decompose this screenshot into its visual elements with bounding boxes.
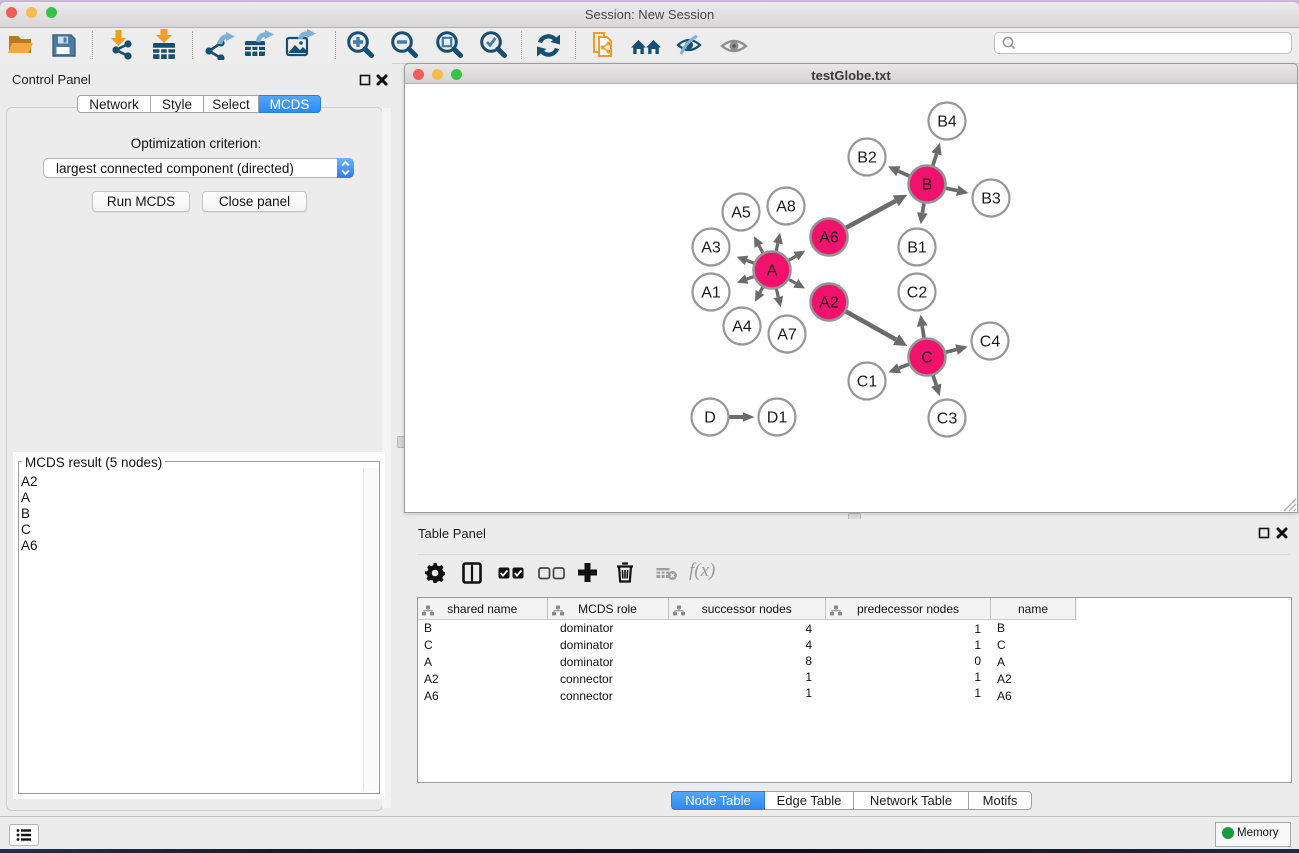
svg-text:C3: C3: [937, 411, 958, 428]
svg-text:D1: D1: [767, 410, 788, 427]
svg-text:C4: C4: [980, 334, 1001, 351]
svg-text:A8: A8: [776, 199, 796, 216]
svg-text:C: C: [921, 350, 933, 367]
svg-text:A5: A5: [731, 205, 751, 222]
svg-text:A1: A1: [701, 285, 721, 302]
svg-text:A4: A4: [732, 319, 752, 336]
svg-text:B2: B2: [857, 150, 877, 167]
svg-text:B: B: [922, 177, 933, 194]
svg-text:A6: A6: [819, 230, 839, 247]
svg-text:B3: B3: [981, 191, 1001, 208]
svg-text:B1: B1: [907, 240, 927, 257]
svg-text:A2: A2: [819, 295, 839, 312]
svg-text:A3: A3: [701, 240, 721, 257]
svg-text:D: D: [704, 410, 716, 427]
svg-text:A7: A7: [777, 327, 797, 344]
svg-text:C2: C2: [907, 285, 928, 302]
svg-text:B4: B4: [937, 114, 957, 131]
svg-text:A: A: [767, 263, 778, 280]
svg-text:C1: C1: [857, 374, 878, 391]
